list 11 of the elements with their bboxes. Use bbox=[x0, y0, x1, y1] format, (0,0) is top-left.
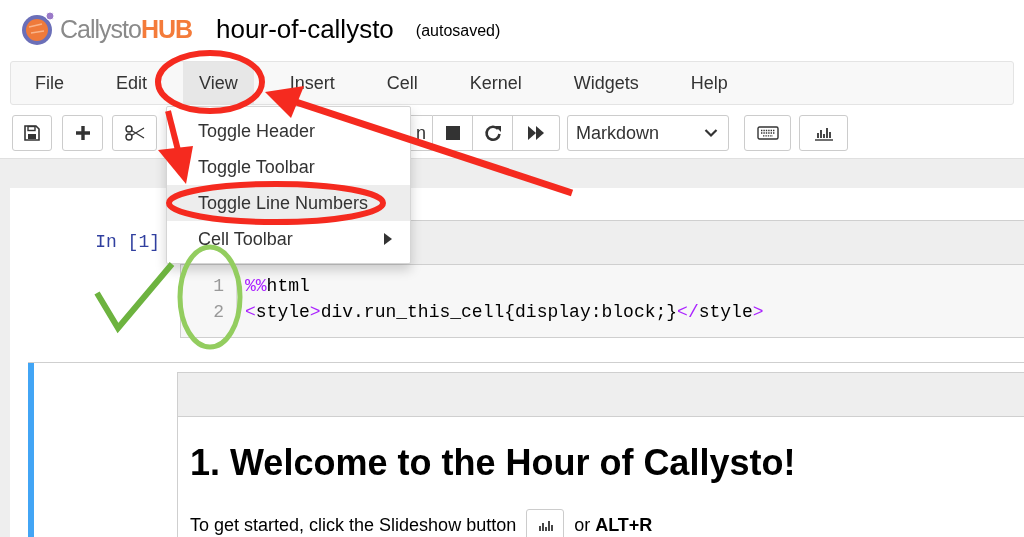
cell-prompt: In [1] bbox=[94, 231, 161, 252]
line-number: 2 bbox=[212, 301, 225, 324]
code-line: %%html bbox=[245, 275, 311, 298]
autosave-status: (autosaved) bbox=[415, 22, 501, 40]
instruction-text: To get started, click the Slideshow button bbox=[190, 514, 517, 536]
shortcut-text: or ALT+R bbox=[574, 514, 653, 536]
logo-suffix: HUB bbox=[140, 14, 193, 44]
code-line: <style>div.run_this_cell{display:block;}</style> bbox=[245, 301, 764, 324]
line-number: 1 bbox=[212, 275, 225, 298]
logo-text: Callysto bbox=[60, 14, 141, 44]
heading: 1. Welcome to the Hour of Callysto! bbox=[190, 441, 797, 485]
